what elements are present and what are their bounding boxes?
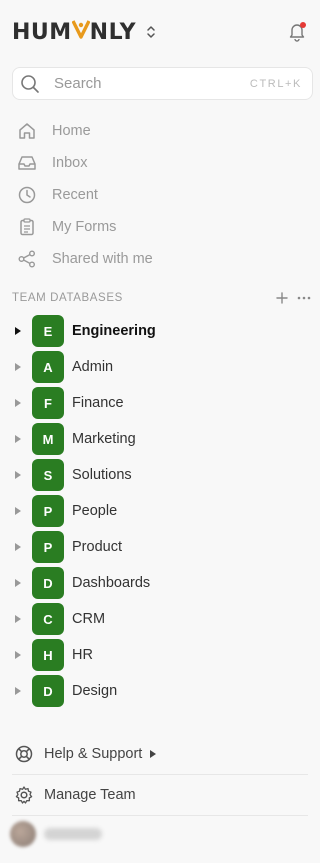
database-product[interactable]: P Product xyxy=(12,529,308,565)
header: HUM NLY xyxy=(12,16,308,48)
search-placeholder: Search xyxy=(54,75,102,92)
expand-caret-icon[interactable] xyxy=(12,579,32,587)
help-support-label: Help & Support xyxy=(44,746,143,762)
database-name: HR xyxy=(72,647,93,663)
database-badge: P xyxy=(32,531,64,563)
nav-item-label: Home xyxy=(52,123,91,139)
database-marketing[interactable]: M Marketing xyxy=(12,421,308,457)
more-options-icon[interactable] xyxy=(296,290,312,306)
team-databases-header: TEAM DATABASES xyxy=(12,290,312,306)
user-name-redacted xyxy=(44,828,102,840)
footer-divider xyxy=(12,815,308,816)
gear-icon xyxy=(12,783,36,807)
expand-caret-icon[interactable] xyxy=(12,399,32,407)
user-profile[interactable] xyxy=(10,820,110,848)
search-shortcut: CTRL+K xyxy=(249,77,302,90)
section-title: TEAM DATABASES xyxy=(12,292,123,304)
sidebar-footer: Help & Support Manage Team xyxy=(12,736,308,818)
notifications-bell-icon[interactable] xyxy=(286,20,308,44)
add-database-icon[interactable] xyxy=(274,290,290,306)
submenu-arrow-icon xyxy=(150,745,157,763)
search-box[interactable]: Search CTRL+K xyxy=(12,67,313,100)
database-name: Dashboards xyxy=(72,575,151,591)
workspace-switcher-icon[interactable] xyxy=(144,22,158,42)
nav-item-shared-with-me[interactable]: Shared with me xyxy=(12,243,308,275)
avatar xyxy=(10,821,36,847)
nav-item-label: My Forms xyxy=(52,219,117,235)
database-crm[interactable]: C CRM xyxy=(12,601,308,637)
team-databases-list: E Engineering A Admin F Finance M Market… xyxy=(12,313,308,709)
nav-item-home[interactable]: Home xyxy=(12,115,308,147)
clipboard-icon xyxy=(12,215,44,239)
database-hr[interactable]: H HR xyxy=(12,637,308,673)
expand-caret-icon[interactable] xyxy=(12,435,32,443)
database-people[interactable]: P People xyxy=(12,493,308,529)
database-name: Solutions xyxy=(72,467,132,483)
database-badge: P xyxy=(32,495,64,527)
expand-caret-icon[interactable] xyxy=(12,687,32,695)
database-engineering[interactable]: E Engineering xyxy=(12,313,308,349)
inbox-icon xyxy=(12,151,44,175)
help-support-menu[interactable]: Help & Support xyxy=(12,736,308,772)
nav-item-label: Inbox xyxy=(52,155,88,171)
database-dashboards[interactable]: D Dashboards xyxy=(12,565,308,601)
brand-name-suffix: NLY xyxy=(89,19,137,45)
database-name: CRM xyxy=(72,611,106,627)
nav-item-inbox[interactable]: Inbox xyxy=(12,147,308,179)
database-name: Admin xyxy=(72,359,114,375)
database-badge: D xyxy=(32,675,64,707)
database-finance[interactable]: F Finance xyxy=(12,385,308,421)
expand-caret-icon[interactable] xyxy=(12,363,32,371)
database-badge: M xyxy=(32,423,64,455)
nav-item-recent[interactable]: Recent xyxy=(12,179,308,211)
database-name: People xyxy=(72,503,118,519)
manage-team-label: Manage Team xyxy=(44,787,136,803)
database-solutions[interactable]: S Solutions xyxy=(12,457,308,493)
clock-icon xyxy=(12,183,44,207)
expand-caret-icon[interactable] xyxy=(12,651,32,659)
expand-caret-icon[interactable] xyxy=(12,507,32,515)
home-icon xyxy=(12,119,44,143)
search-icon xyxy=(20,74,40,94)
database-design[interactable]: D Design xyxy=(12,673,308,709)
database-admin[interactable]: A Admin xyxy=(12,349,308,385)
nav-item-my-forms[interactable]: My Forms xyxy=(12,211,308,243)
database-badge: F xyxy=(32,387,64,419)
expand-caret-icon[interactable] xyxy=(12,543,32,551)
nav-item-label: Shared with me xyxy=(52,251,153,267)
database-badge: A xyxy=(32,351,64,383)
database-badge: H xyxy=(32,639,64,671)
manage-team-button[interactable]: Manage Team xyxy=(12,777,308,813)
share-icon xyxy=(12,247,44,271)
primary-nav: Home Inbox Recent My Forms Shared with m… xyxy=(12,115,308,275)
database-name: Design xyxy=(72,683,118,699)
expand-caret-icon[interactable] xyxy=(12,615,32,623)
brand-mark xyxy=(71,19,91,45)
database-badge: S xyxy=(32,459,64,491)
lifebuoy-icon xyxy=(12,742,36,766)
database-name: Finance xyxy=(72,395,124,411)
database-badge: C xyxy=(32,603,64,635)
database-name: Marketing xyxy=(72,431,136,447)
database-name: Product xyxy=(72,539,122,555)
expand-caret-icon[interactable] xyxy=(12,327,32,335)
database-name: Engineering xyxy=(72,323,156,339)
footer-divider xyxy=(12,774,308,775)
database-badge: E xyxy=(32,315,64,347)
brand-logo[interactable]: HUM NLY xyxy=(12,19,136,45)
database-badge: D xyxy=(32,567,64,599)
expand-caret-icon[interactable] xyxy=(12,471,32,479)
notification-dot xyxy=(300,22,306,28)
nav-item-label: Recent xyxy=(52,187,98,203)
brand-name-prefix: HUM xyxy=(12,19,72,45)
